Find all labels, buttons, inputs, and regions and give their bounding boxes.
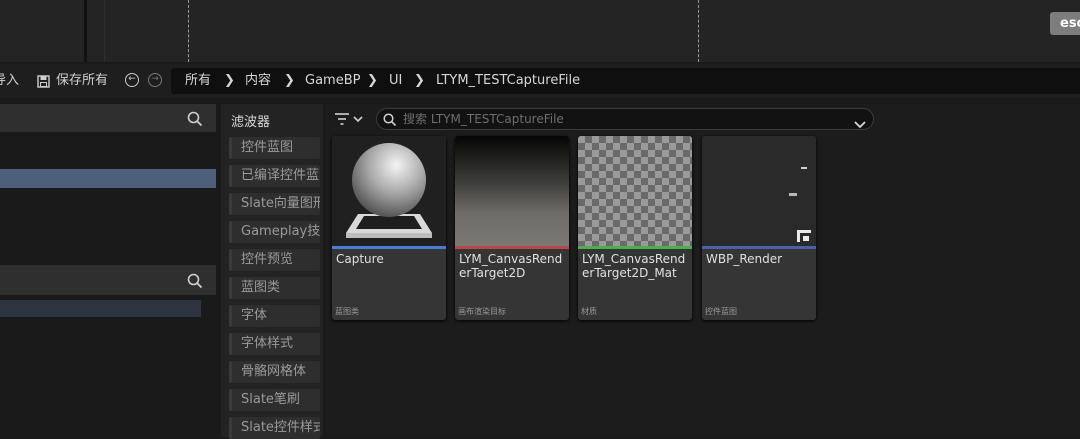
asset-type-stripe xyxy=(578,246,692,249)
sources-panel xyxy=(0,104,216,437)
asset-tile[interactable]: WBP_Render 控件蓝图 xyxy=(702,136,816,320)
asset-type-label: 蓝图类 xyxy=(335,307,359,316)
breadcrumb-item[interactable]: 内容 xyxy=(245,68,271,94)
filter-item[interactable]: Slate向量图形 xyxy=(229,193,320,215)
filter-item[interactable]: Gameplay技能 xyxy=(229,221,320,243)
chevron-down-icon[interactable] xyxy=(854,114,866,133)
filter-item[interactable]: 字体样式 xyxy=(229,333,320,355)
esc-button[interactable]: esc xyxy=(1050,12,1080,35)
filter-item[interactable]: 骨骼网格体 xyxy=(229,361,320,383)
chevron-right-icon: ❯ xyxy=(367,73,378,88)
viewport-divider xyxy=(84,0,87,62)
asset-type-stripe xyxy=(332,246,446,249)
filter-item[interactable]: 控件蓝图 xyxy=(229,137,320,159)
save-all-button[interactable]: 保存所有 xyxy=(56,64,108,98)
asset-tile[interactable]: LYM_CanvasRenderTarget2D_Mat 材质 xyxy=(578,136,692,320)
search-icon xyxy=(383,112,397,131)
breadcrumb-item[interactable]: LTYM_TESTCaptureFile xyxy=(436,68,580,94)
asset-view: 搜索 LTYM_TESTCaptureFile Capture 蓝图类 LYM_… xyxy=(326,104,1080,437)
search-icon[interactable] xyxy=(187,273,203,289)
filter-item[interactable]: 蓝图类 xyxy=(229,277,320,299)
folder-tree-header xyxy=(0,104,216,132)
chevron-right-icon: ❯ xyxy=(414,73,425,88)
search-placeholder: 搜索 LTYM_TESTCaptureFile xyxy=(403,112,564,126)
breadcrumb-item[interactable]: UI xyxy=(389,68,402,94)
asset-name: WBP_Render xyxy=(706,252,783,266)
asset-type-label: 材质 xyxy=(581,307,597,316)
checker-thumbnail xyxy=(578,136,692,246)
asset-tile[interactable]: LYM_CanvasRenderTarget2D 画布渲染目标 xyxy=(455,136,569,320)
sphere-thumbnail xyxy=(332,136,446,246)
collections-header xyxy=(0,265,216,295)
guide-line xyxy=(698,0,699,62)
asset-type-label: 控件蓝图 xyxy=(705,307,737,316)
breadcrumb-item[interactable]: 所有 xyxy=(185,68,211,94)
grid-line xyxy=(104,0,105,62)
import-button[interactable]: 导入 xyxy=(0,64,19,98)
search-icon[interactable] xyxy=(187,111,203,127)
filter-item[interactable]: Slate笔刷 xyxy=(229,389,320,411)
breadcrumb: 所有 ❯ 内容 ❯ GameBP ❯ UI ❯ LTYM_TESTCapture… xyxy=(171,68,1080,94)
back-icon[interactable]: ← xyxy=(125,73,139,87)
asset-name: LYM_CanvasRenderTarget2D xyxy=(459,252,563,280)
filters-panel: 滤波器 控件蓝图 已编译控件蓝图 Slate向量图形 Gameplay技能 控件… xyxy=(221,104,323,439)
chevron-right-icon: ❯ xyxy=(224,73,235,88)
filter-icon[interactable] xyxy=(334,111,364,130)
filter-item[interactable]: 字体 xyxy=(229,305,320,327)
breadcrumb-item[interactable]: GameBP xyxy=(305,68,360,94)
filters-title: 滤波器 xyxy=(231,115,271,130)
chevron-right-icon: ❯ xyxy=(284,73,295,88)
widget-thumbnail xyxy=(702,136,816,246)
asset-type-stripe xyxy=(455,246,569,249)
filter-item[interactable]: 控件预览 xyxy=(229,249,320,271)
asset-name: Capture xyxy=(336,252,384,266)
viewport[interactable]: esc xyxy=(0,0,1080,62)
asset-search-input[interactable]: 搜索 LTYM_TESTCaptureFile xyxy=(376,108,874,130)
asset-name: LYM_CanvasRenderTarget2D_Mat xyxy=(582,252,686,280)
render-target-thumbnail xyxy=(455,136,569,246)
save-icon xyxy=(37,73,50,92)
asset-type-stripe xyxy=(702,246,816,249)
filter-item[interactable]: Slate控件样式 xyxy=(229,417,320,439)
collection-search-field[interactable] xyxy=(0,300,201,317)
asset-type-label: 画布渲染目标 xyxy=(458,307,506,316)
filter-item[interactable]: 已编译控件蓝图 xyxy=(229,165,320,187)
selected-folder-row[interactable] xyxy=(0,169,216,188)
asset-tile[interactable]: Capture 蓝图类 xyxy=(332,136,446,320)
forward-icon[interactable]: → xyxy=(148,73,162,87)
guide-line xyxy=(188,0,189,62)
